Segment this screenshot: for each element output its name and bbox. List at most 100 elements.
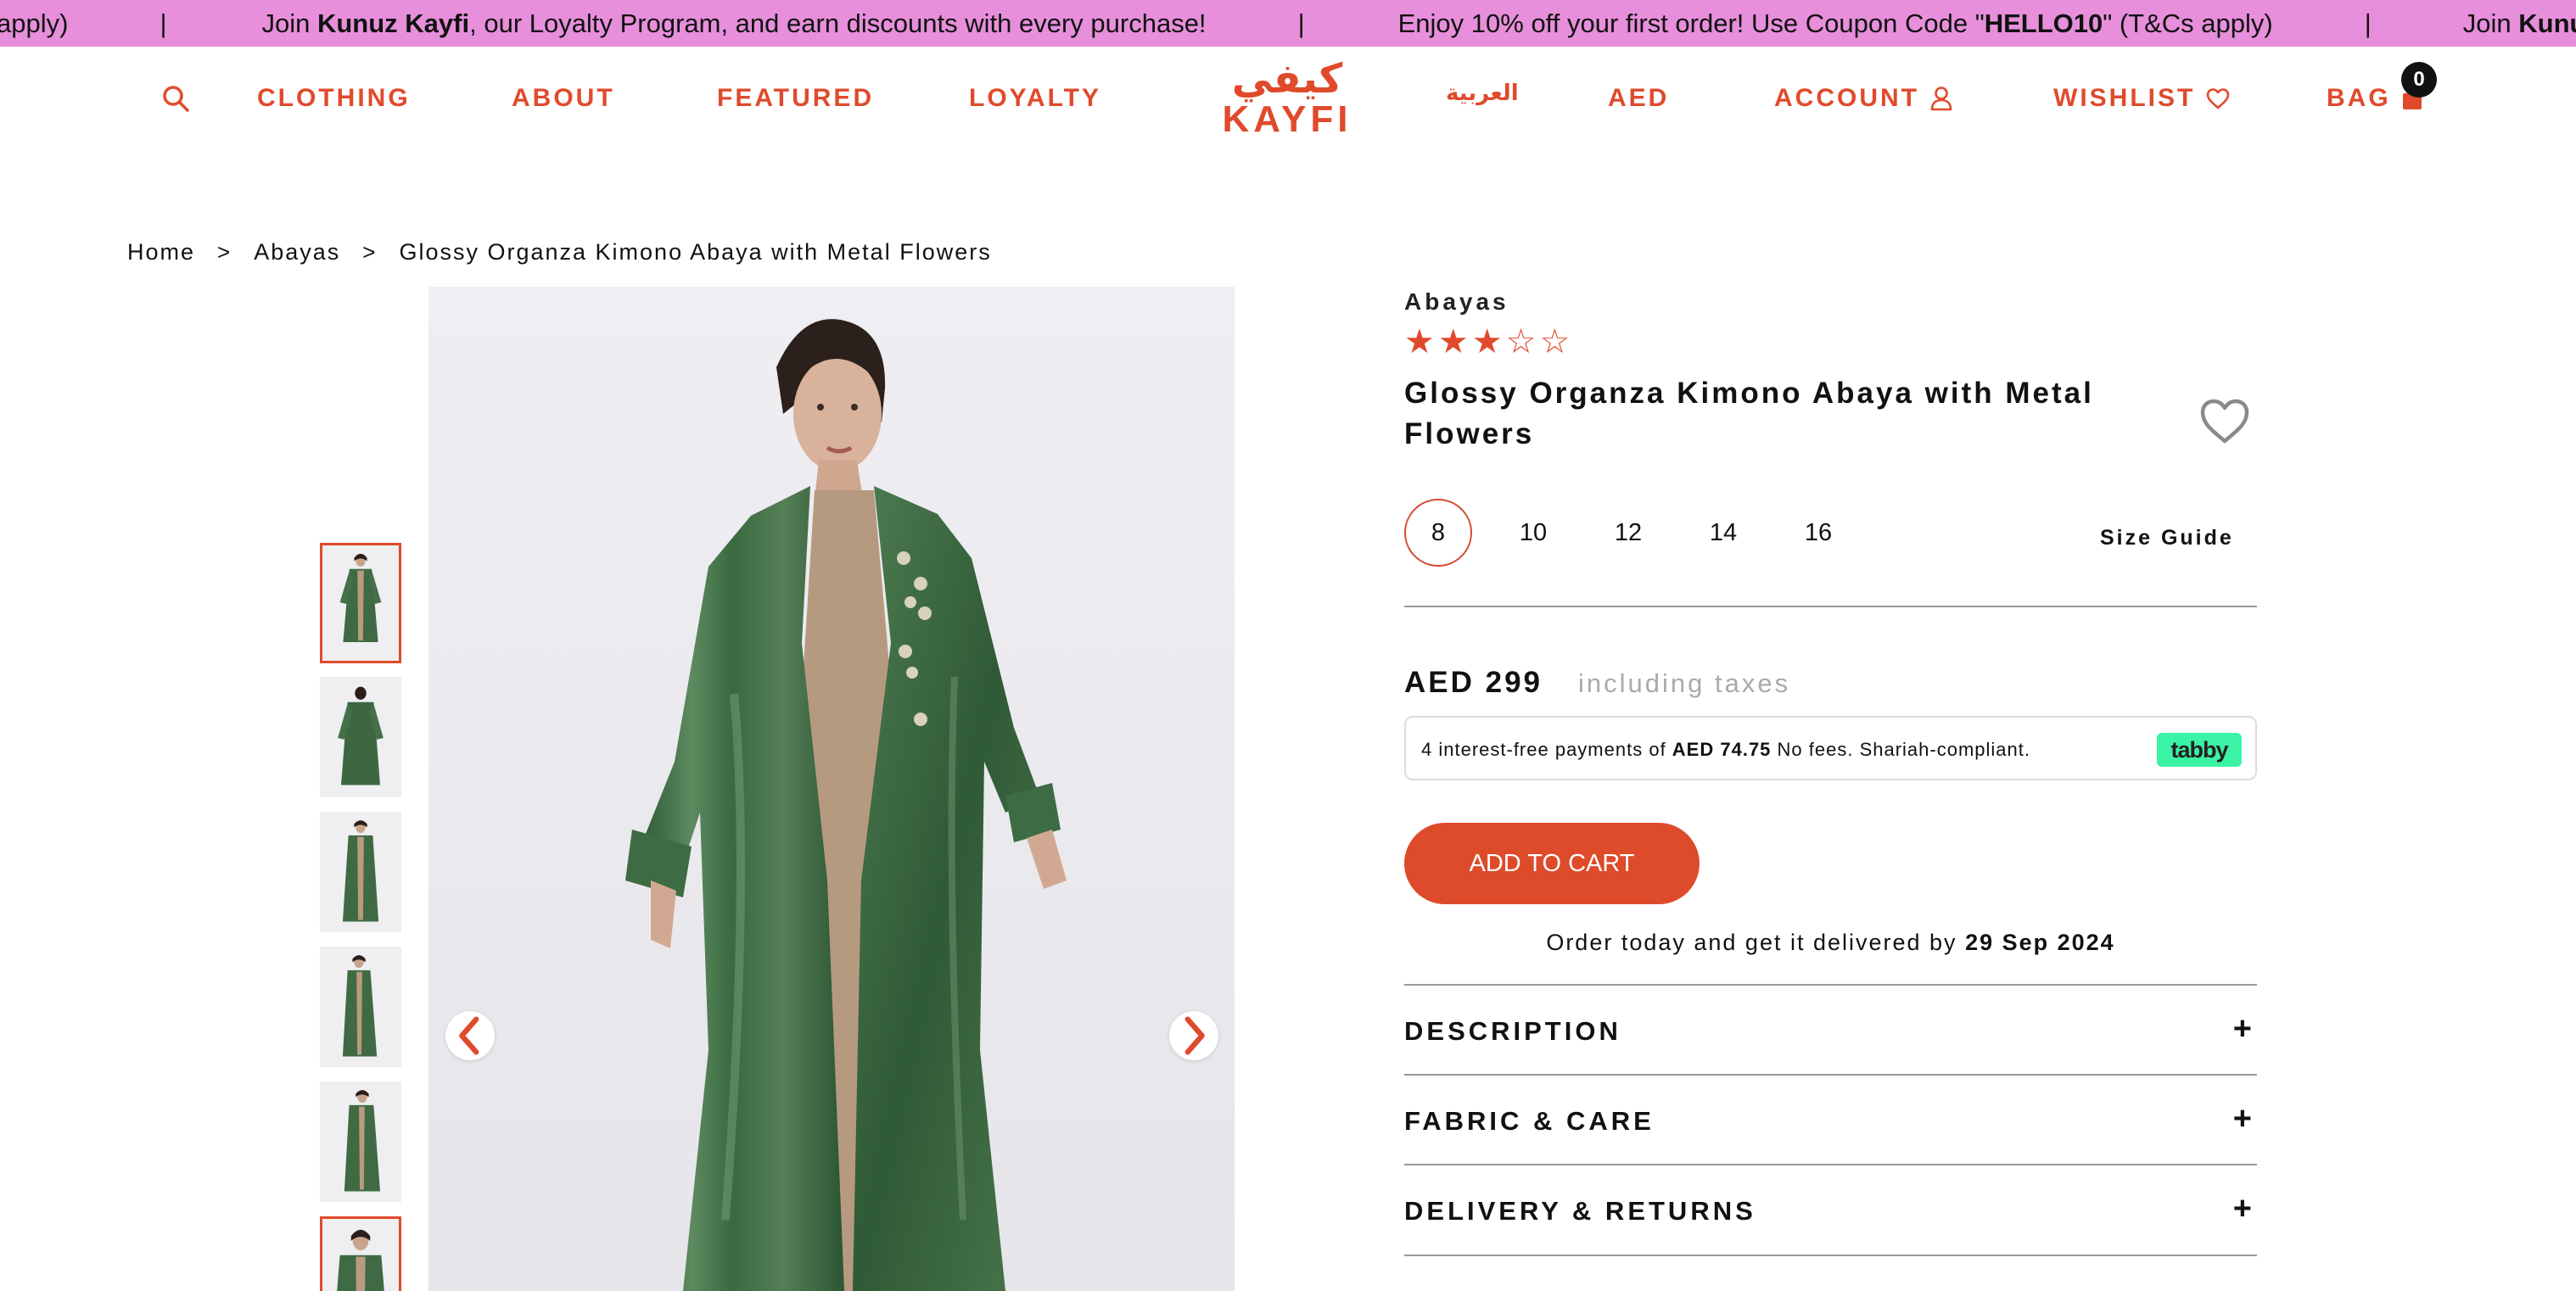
product-main-image[interactable]	[428, 287, 1235, 1291]
size-option-selected[interactable]: 8	[1404, 499, 1472, 567]
size-option[interactable]: 16	[1784, 499, 1852, 567]
plus-icon: +	[2232, 1011, 2252, 1047]
rating-stars: ★ ★ ★ ☆ ☆	[1404, 322, 1570, 361]
delivery-date: 29 Sep 2024	[1965, 930, 2115, 955]
thumbnail-image	[322, 1083, 400, 1200]
chevron-left-icon	[459, 1016, 479, 1055]
product-thumbnail[interactable]	[320, 812, 401, 932]
nav-account-label: ACCOUNT	[1774, 84, 1919, 112]
abaya-model-photo	[428, 287, 1235, 1291]
nav-currency[interactable]: AED	[1608, 84, 1669, 113]
loyalty-prefix: Join	[261, 8, 317, 38]
breadcrumb-home[interactable]: Home	[127, 239, 195, 265]
announcement-loyalty[interactable]: Join Kunuz Kayfi, our Loyalty Program, a…	[262, 8, 1207, 39]
plus-icon: +	[2232, 1191, 2252, 1227]
announcement-fragment: apply)	[0, 8, 69, 38]
announcement-loyalty-repeat[interactable]: Join Kunuz	[2463, 8, 2576, 39]
nav-wishlist[interactable]: WISHLIST	[2053, 84, 2231, 113]
previous-image-button[interactable]	[445, 1011, 495, 1060]
size-option[interactable]: 14	[1689, 499, 1757, 567]
breadcrumb-current: Glossy Organza Kimono Abaya with Metal F…	[399, 239, 992, 265]
breadcrumb-separator: >	[362, 239, 378, 265]
search-icon[interactable]	[161, 84, 190, 113]
accordion-label: DELIVERY & RETURNS	[1404, 1196, 1756, 1226]
nav-loyalty[interactable]: LOYALTY	[969, 84, 1101, 113]
accordion-description[interactable]: DESCRIPTION +	[1404, 984, 2257, 1074]
accordion-label: FABRIC & CARE	[1404, 1106, 1655, 1136]
accordion-label: DESCRIPTION	[1404, 1016, 1621, 1046]
thumbnail-image	[322, 1220, 399, 1291]
loyalty-brand: Kunuz Kayfi	[316, 8, 470, 38]
announcement-separator: |	[160, 8, 167, 38]
star-empty-icon: ☆	[1539, 323, 1571, 360]
tabby-suffix: No fees. Shariah-compliant.	[1771, 739, 2030, 760]
delivery-estimate: Order today and get it delivered by 29 S…	[1404, 930, 2257, 956]
add-to-cart-button[interactable]: ADD TO CART	[1404, 823, 1700, 904]
product-thumbnail[interactable]	[320, 1081, 401, 1202]
next-image-button[interactable]	[1169, 1011, 1218, 1060]
add-to-wishlist-heart-icon[interactable]	[2198, 397, 2252, 446]
tax-note: including taxes	[1578, 668, 1791, 698]
thumbnail-image	[322, 679, 400, 796]
tabby-text: 4 interest-free payments of AED 74.75 No…	[1421, 739, 2030, 761]
nav-bag-label: BAG	[2327, 84, 2391, 112]
tabby-installments-banner[interactable]: 4 interest-free payments of AED 74.75 No…	[1404, 716, 2257, 780]
product-thumbnail[interactable]	[320, 1216, 401, 1291]
site-header: CLOTHING ABOUT FEATURED LOYALTY كيفي KAY…	[0, 47, 2576, 148]
coupon-code: HELLO10	[1984, 8, 2103, 38]
nav-featured[interactable]: FEATURED	[717, 84, 874, 113]
nav-currency-label: AED	[1608, 84, 1670, 112]
nav-loyalty-label: LOYALTY	[969, 84, 1102, 112]
delivery-prefix: Order today and get it delivered by	[1546, 930, 1966, 955]
coupon-suffix: " (T&Cs apply)	[2103, 8, 2273, 38]
star-half-icon: ☆	[1505, 323, 1537, 360]
nav-arabic-label: العربية	[1446, 81, 1519, 106]
coupon-prefix: Enjoy 10% off your first order! Use Coup…	[1397, 8, 1985, 38]
announcement-separator: |	[2364, 8, 2372, 38]
size-guide-link[interactable]: Size Guide	[2100, 526, 2234, 550]
star-full-icon: ★	[1437, 323, 1469, 360]
chevron-right-icon	[1184, 1016, 1205, 1055]
kayfi-logo[interactable]: كيفي KAYFI	[1215, 59, 1359, 140]
product-category[interactable]: Abayas	[1404, 288, 1509, 316]
product-title: Glossy Organza Kimono Abaya with Metal F…	[1404, 377, 2094, 450]
star-full-icon: ★	[1471, 323, 1503, 360]
size-selector: 8 10 12 14 16	[1404, 499, 1879, 567]
nav-account[interactable]: ACCOUNT	[1774, 84, 1953, 113]
loyalty-brand-repeat: Kunuz	[2518, 8, 2576, 38]
announcement-separator: |	[1297, 8, 1305, 38]
plus-icon: +	[2232, 1101, 2252, 1137]
product-thumbnail[interactable]	[320, 947, 401, 1067]
nav-clothing-label: CLOTHING	[257, 84, 411, 112]
announcement-bar: apply) | Join Kunuz Kayfi, our Loyalty P…	[0, 0, 2576, 47]
product-thumbnail[interactable]	[320, 543, 401, 663]
breadcrumb-abayas[interactable]: Abayas	[254, 239, 340, 265]
nav-language-arabic[interactable]: العربية	[1446, 81, 1519, 106]
size-option[interactable]: 12	[1594, 499, 1662, 567]
accordion-fabric-care[interactable]: FABRIC & CARE +	[1404, 1074, 2257, 1164]
product-thumbnail[interactable]	[320, 677, 401, 797]
announcement-track: apply) | Join Kunuz Kayfi, our Loyalty P…	[0, 0, 2576, 47]
nav-clothing[interactable]: CLOTHING	[257, 84, 411, 113]
announcement-coupon[interactable]: Enjoy 10% off your first order! Use Coup…	[1398, 8, 2273, 39]
tabby-prefix: 4 interest-free payments of	[1421, 739, 1672, 760]
star-full-icon: ★	[1404, 323, 1435, 360]
divider	[1404, 1255, 2257, 1256]
accordion-delivery-returns[interactable]: DELIVERY & RETURNS +	[1404, 1164, 2257, 1254]
loyalty-suffix: , our Loyalty Program, and earn discount…	[469, 8, 1207, 38]
logo-latin: KAYFI	[1222, 98, 1352, 140]
tabby-amount: AED 74.75	[1672, 739, 1772, 760]
breadcrumb: Home > Abayas > Glossy Organza Kimono Ab…	[127, 239, 992, 265]
heart-icon	[2207, 88, 2230, 109]
loyalty-prefix-repeat: Join	[2462, 8, 2519, 38]
divider	[1404, 606, 2257, 607]
thumbnail-image	[322, 813, 400, 931]
nav-about[interactable]: ABOUT	[512, 84, 615, 113]
thumbnail-image	[322, 546, 399, 660]
size-option[interactable]: 10	[1499, 499, 1567, 567]
nav-about-label: ABOUT	[512, 84, 615, 112]
nav-featured-label: FEATURED	[717, 84, 875, 112]
user-icon	[1930, 87, 1952, 111]
bag-count-badge: 0	[2401, 62, 2437, 98]
thumbnail-image	[322, 948, 400, 1065]
